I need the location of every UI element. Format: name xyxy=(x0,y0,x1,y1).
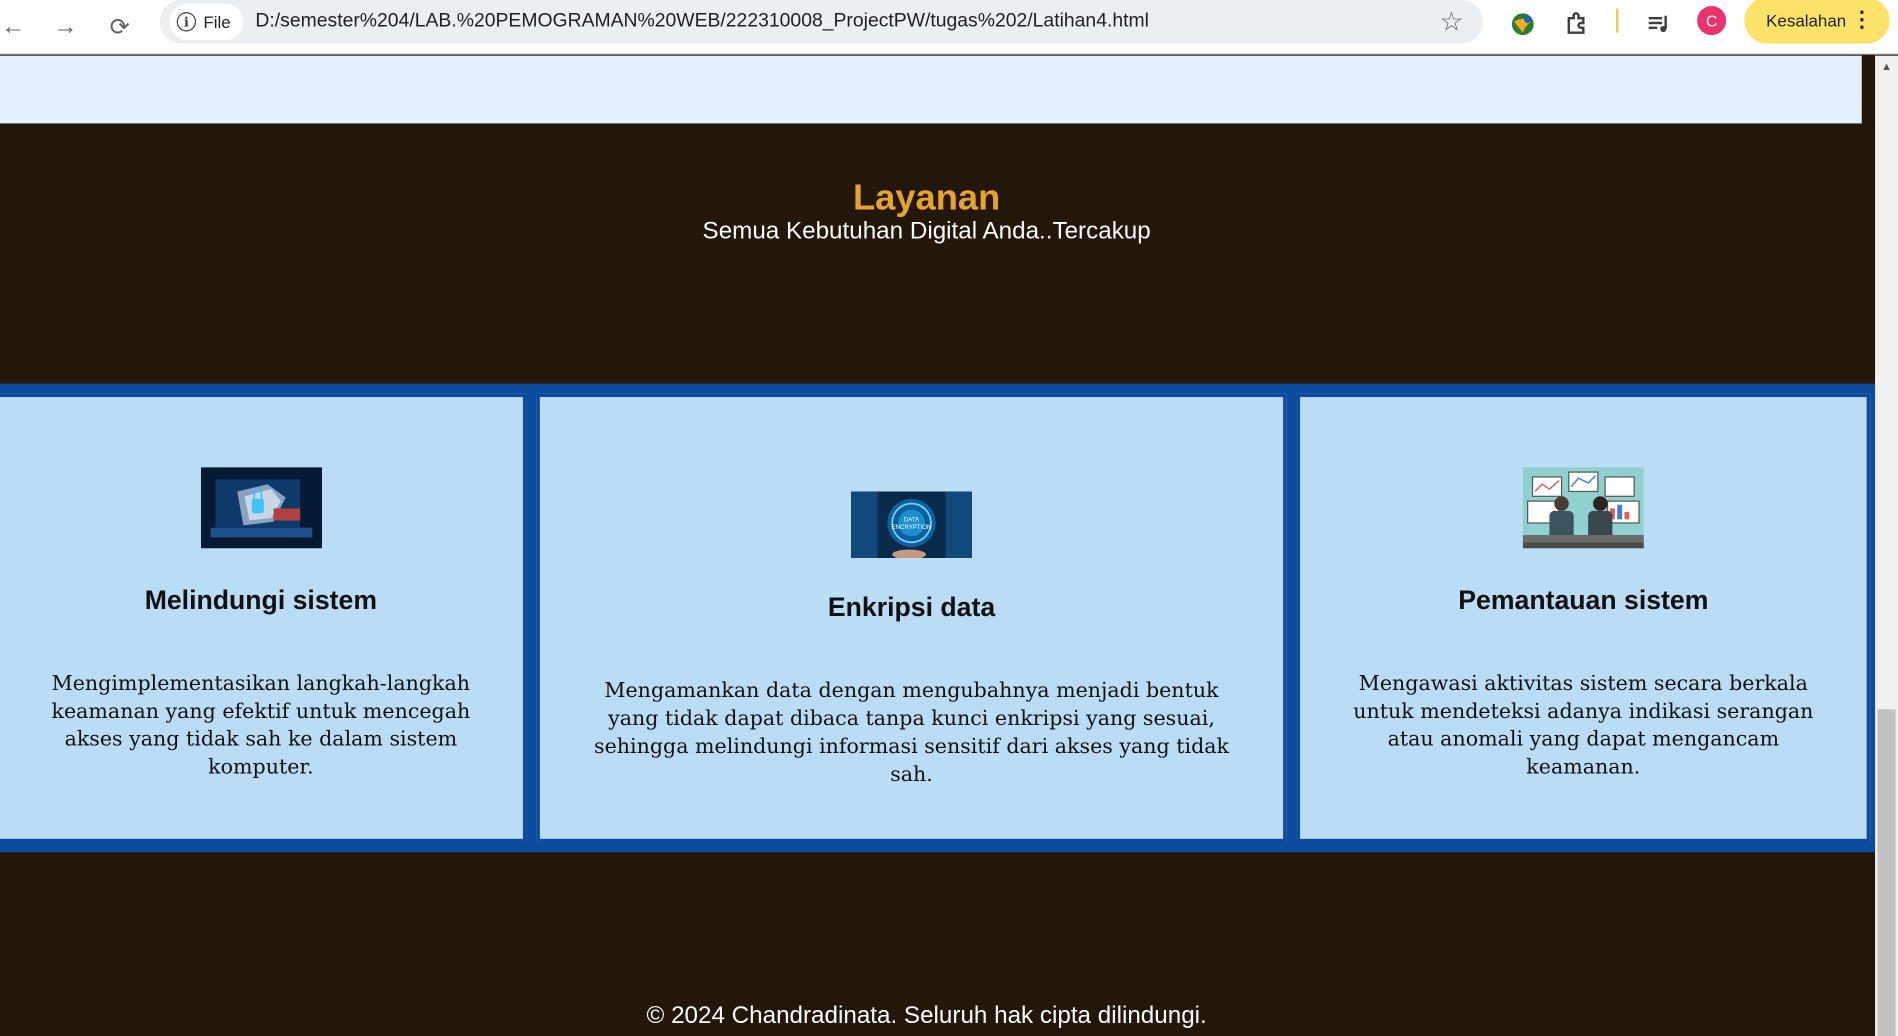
more-menu-icon[interactable]: ⋮ xyxy=(1851,7,1873,31)
media-queue-icon[interactable] xyxy=(1640,6,1676,42)
section-subtitle: Semua Kebutuhan Digital Anda..Tercakup xyxy=(702,217,1151,245)
toolbar-divider xyxy=(1616,8,1619,33)
error-label: Kesalahan xyxy=(1766,10,1847,31)
site-chip-label: File xyxy=(203,12,231,32)
security-laptop-image xyxy=(200,467,322,549)
svg-text:ENCRYPTION: ENCRYPTION xyxy=(892,525,932,531)
profile-avatar[interactable]: C xyxy=(1697,6,1727,36)
service-card-title: Pemantauan sistem xyxy=(1458,584,1709,615)
service-card: Pemantauan sistem Mengawasi aktivitas si… xyxy=(1291,388,1876,848)
reload-icon[interactable]: ⟳ xyxy=(99,6,140,47)
service-card-description: Mengimplementasikan langkah-langkah keam… xyxy=(51,671,471,780)
footer-copyright: © 2024 Chandradinata. Seluruh hak cipta … xyxy=(646,1002,1207,1029)
service-cards: Melindungi sistem Mengimplementasikan la… xyxy=(0,383,1876,853)
extension-globe-icon[interactable] xyxy=(1505,6,1541,42)
back-icon[interactable]: ← xyxy=(0,6,34,47)
section-title: Layanan xyxy=(852,177,1001,218)
data-encryption-image: DATA ENCRYPTION xyxy=(850,491,973,560)
service-card-title: Enkripsi data xyxy=(827,591,996,623)
browser-window: ← → ⟳ i File D:/semester%204/LAB.%20PEMO… xyxy=(0,0,1898,1036)
top-section-band xyxy=(0,55,1862,124)
svg-text:DATA: DATA xyxy=(904,518,920,524)
system-monitoring-image xyxy=(1522,467,1644,549)
service-card: Melindungi sistem Mengimplementasikan la… xyxy=(0,388,532,848)
service-card: DATA ENCRYPTION Enkripsi data Mengamanka… xyxy=(531,388,1292,848)
service-card-body: Pemantauan sistem Mengawasi aktivitas si… xyxy=(1296,393,1871,843)
scroll-up-arrow-icon[interactable]: ▲ xyxy=(1875,61,1898,78)
service-card-description: Mengamankan data dengan mengubahnya menj… xyxy=(594,679,1229,787)
extensions-puzzle-icon[interactable] xyxy=(1559,6,1595,42)
forward-icon[interactable]: → xyxy=(45,6,86,47)
url-text[interactable]: D:/semester%204/LAB.%20PEMOGRAMAN%20WEB/… xyxy=(255,0,1149,44)
error-button[interactable]: Kesalahan ⋮ xyxy=(1744,0,1890,44)
info-icon: i xyxy=(176,12,197,32)
service-card-title: Melindungi sistem xyxy=(144,584,378,615)
address-bar[interactable]: i File D:/semester%204/LAB.%20PEMOGRAMAN… xyxy=(159,0,1483,44)
service-card-body: Melindungi sistem Mengimplementasikan la… xyxy=(0,393,527,843)
service-card-description: Mengawasi aktivitas sistem secara berkal… xyxy=(1353,671,1814,780)
service-card-body: DATA ENCRYPTION Enkripsi data Mengamanka… xyxy=(536,393,1287,843)
site-info-chip[interactable]: i File xyxy=(169,3,243,40)
browser-toolbar: ← → ⟳ i File D:/semester%204/LAB.%20PEMO… xyxy=(0,0,1898,55)
bookmark-star-icon[interactable]: ☆ xyxy=(1440,6,1464,37)
scrollbar-thumb[interactable] xyxy=(1877,709,1896,1036)
